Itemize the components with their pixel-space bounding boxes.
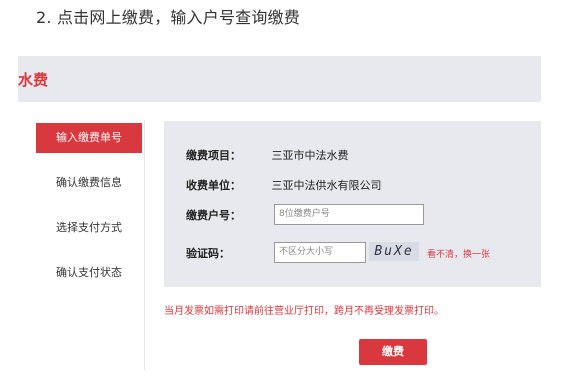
captcha-label: 验证码：: [186, 247, 230, 260]
captcha-refresh-link[interactable]: 看不清，换一张: [427, 247, 490, 260]
captcha-row: 验证码：: [186, 245, 268, 261]
account-row: 缴费户号：: [186, 207, 268, 223]
step-enter-number[interactable]: 输入缴费单号: [36, 123, 142, 153]
item-row: 缴费项目： 三亚市中法水费: [186, 147, 349, 163]
unit-label: 收费单位：: [186, 179, 241, 192]
captcha-input[interactable]: 不区分大小写: [274, 242, 366, 263]
instruction-heading: 2. 点击网上缴费，输入户号查询缴费: [36, 8, 300, 27]
vertical-divider: [144, 120, 145, 370]
step-choose-payment[interactable]: 选择支付方式: [36, 213, 142, 243]
step-confirm-status[interactable]: 确认支付状态: [36, 258, 142, 288]
service-header-bar: 水费: [18, 56, 541, 102]
page: 2. 点击网上缴费，输入户号查询缴费 水费 输入缴费单号 确认缴费信息 选择支付…: [0, 0, 567, 375]
pay-button[interactable]: 缴费: [359, 339, 427, 365]
service-title: 水费: [18, 71, 49, 89]
unit-value: 三亚中法供水有限公司: [271, 179, 382, 192]
item-value: 三亚市中法水费: [271, 149, 349, 162]
step-confirm-info[interactable]: 确认缴费信息: [36, 168, 142, 198]
payment-form-panel: 缴费项目： 三亚市中法水费 收费单位： 三亚中法供水有限公司 缴费户号： 8位缴…: [164, 121, 541, 287]
invoice-notice: 当月发票如需打印请前往营业厅打印，跨月不再受理发票打印。: [164, 306, 444, 317]
account-label: 缴费户号：: [186, 209, 241, 222]
captcha-image[interactable]: BuXe: [369, 242, 419, 261]
unit-row: 收费单位： 三亚中法供水有限公司: [186, 177, 382, 193]
steps-nav: 输入缴费单号 确认缴费信息 选择支付方式 确认支付状态: [36, 123, 142, 303]
item-label: 缴费项目：: [186, 149, 241, 162]
account-number-input[interactable]: 8位缴费户号: [274, 204, 424, 225]
